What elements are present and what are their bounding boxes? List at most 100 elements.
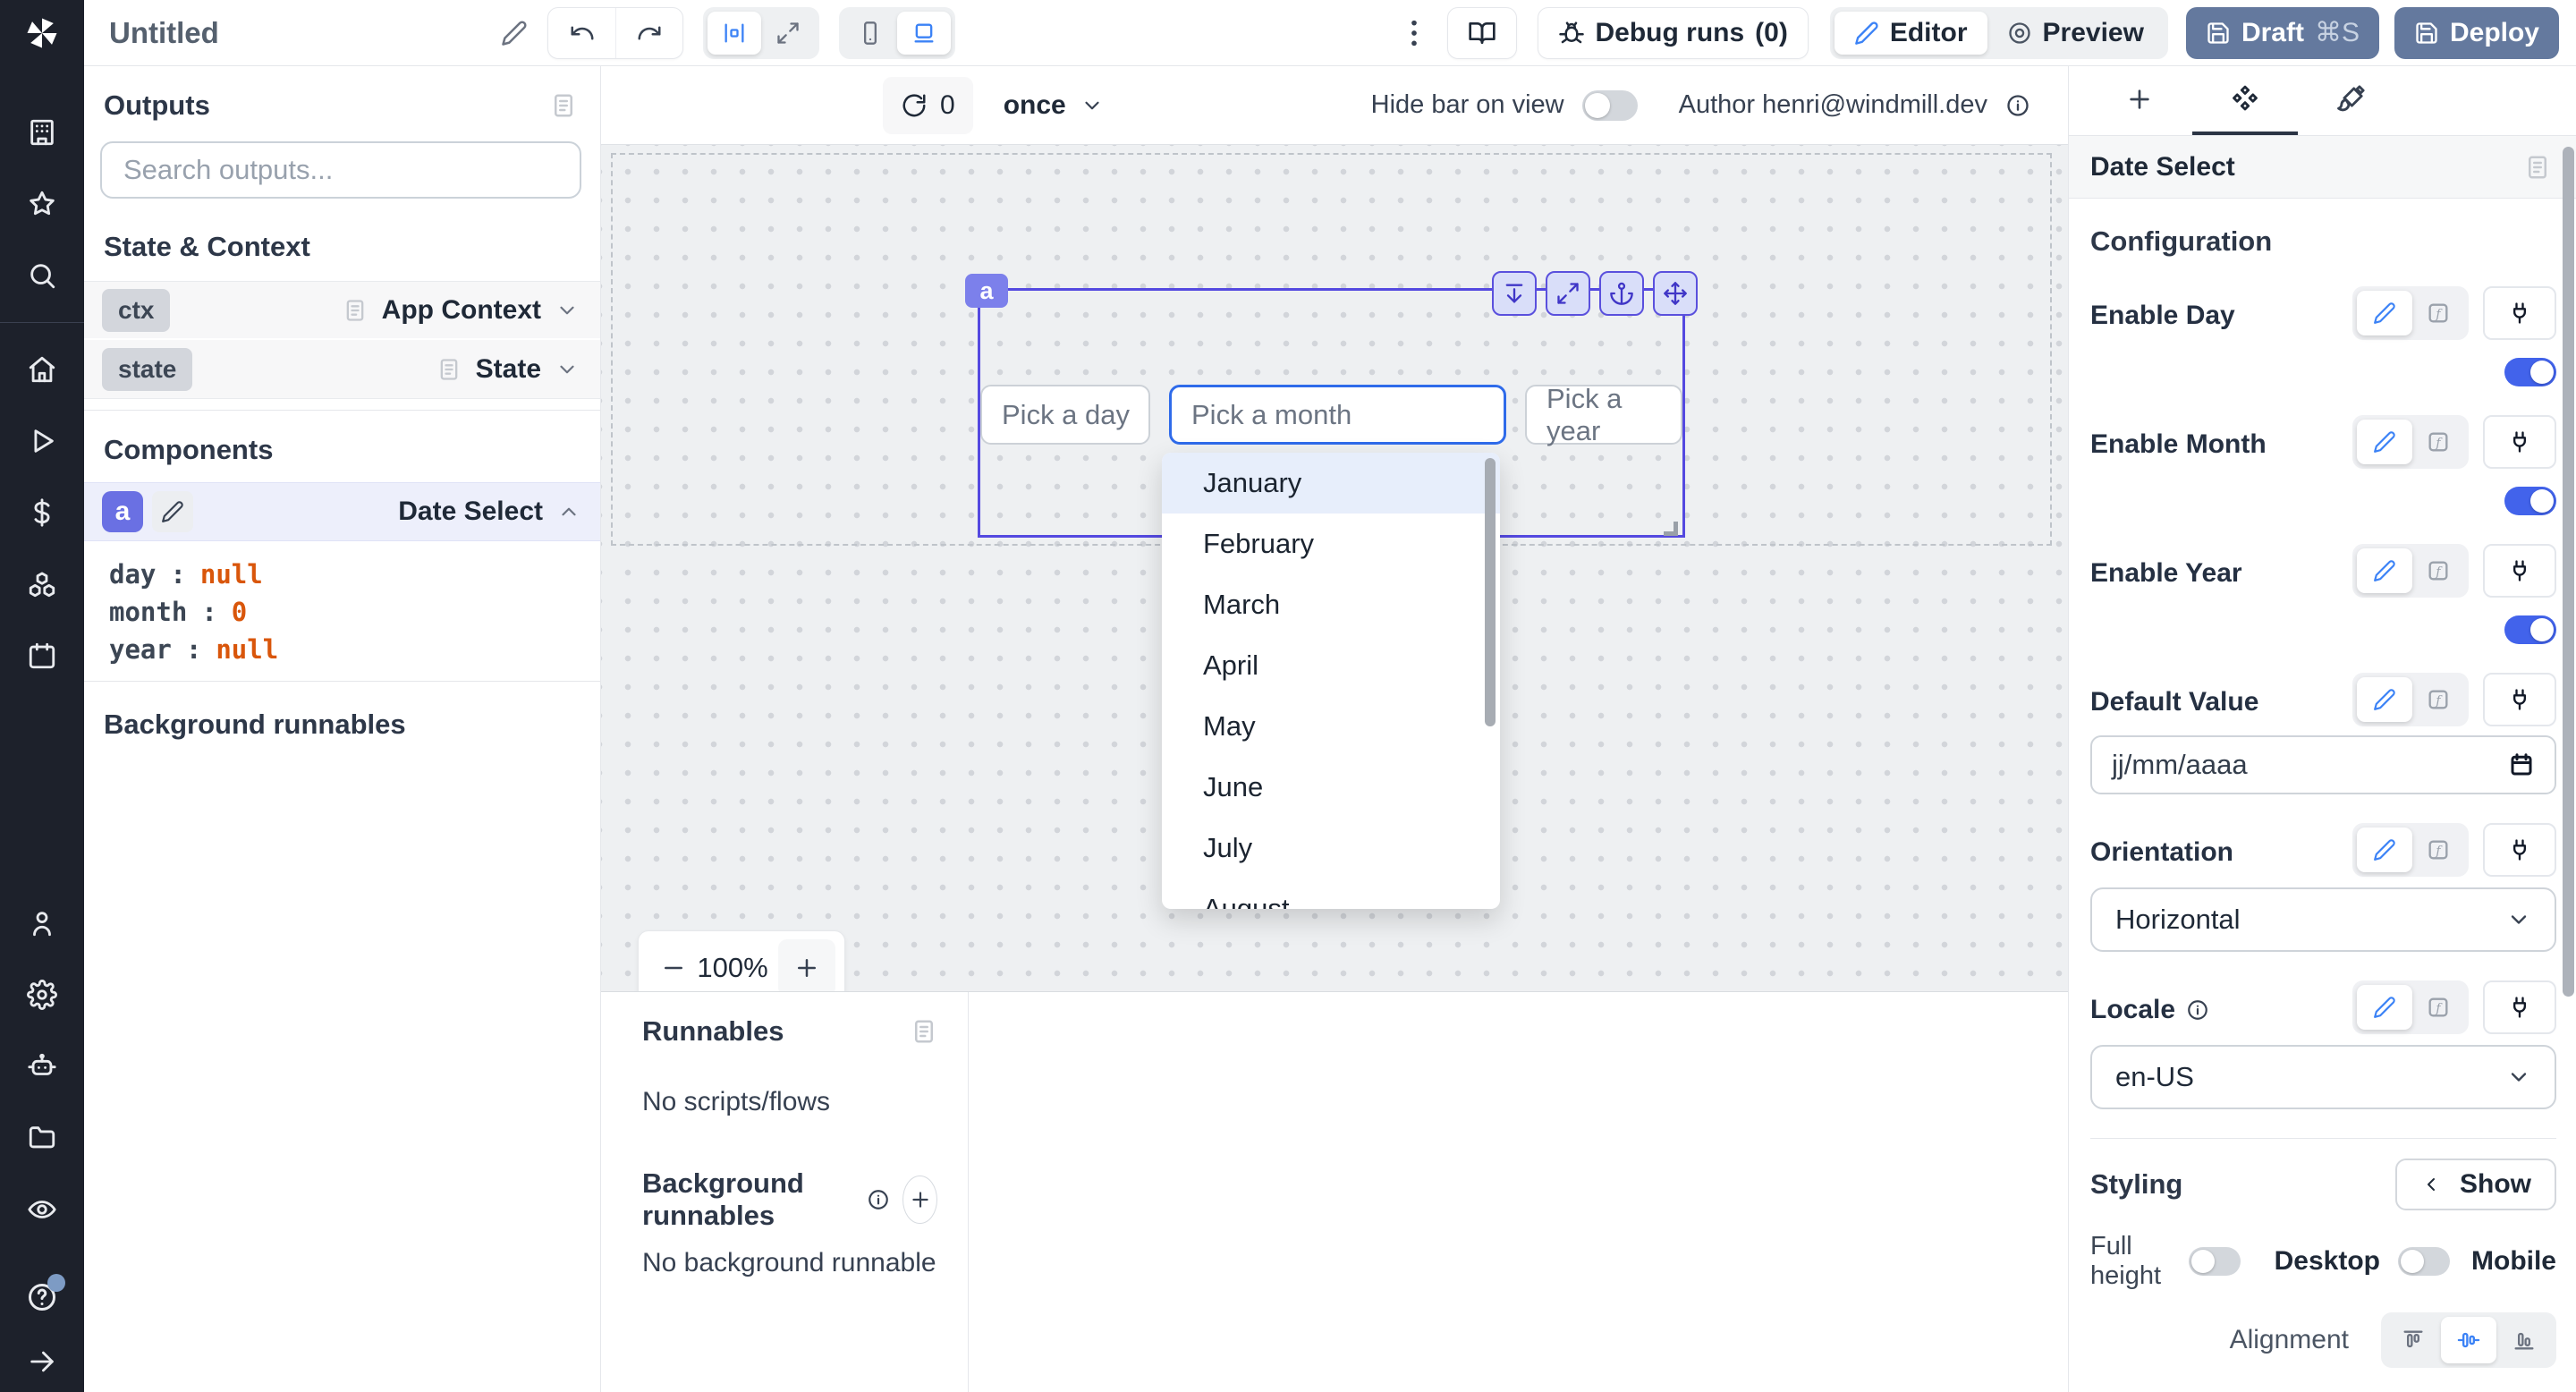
- sidebar-item-users[interactable]: [26, 907, 58, 939]
- preview-tab[interactable]: Preview: [1987, 12, 2164, 55]
- default-value-date-input[interactable]: jj/mm/aaaa: [2090, 735, 2556, 794]
- connect-plug-button[interactable]: [2483, 415, 2556, 469]
- expand-full-button[interactable]: [1546, 271, 1590, 316]
- static-mode-button[interactable]: [2357, 548, 2412, 593]
- move-component-button[interactable]: [1653, 271, 1698, 316]
- expand-down-button[interactable]: [1492, 271, 1537, 316]
- sidebar-item-folders[interactable]: [26, 1122, 58, 1154]
- editor-tab[interactable]: Editor: [1835, 12, 1987, 55]
- sidebar-item-ai[interactable]: [26, 1050, 58, 1082]
- align-top-button[interactable]: [2385, 1317, 2441, 1363]
- doc-icon[interactable]: [550, 92, 577, 119]
- sidebar-item-resources[interactable]: [26, 568, 58, 600]
- hide-bar-toggle[interactable]: [1582, 90, 1638, 121]
- enable-year-toggle[interactable]: [2504, 615, 2556, 644]
- sidebar-item-favorites[interactable]: [26, 188, 58, 220]
- zoom-out-button[interactable]: [660, 955, 687, 981]
- chevron-down-icon[interactable]: [555, 299, 579, 322]
- static-mode-button[interactable]: [2357, 828, 2412, 872]
- connect-plug-button[interactable]: [2483, 286, 2556, 340]
- pick-month-input[interactable]: Pick a month: [1169, 385, 1506, 445]
- deploy-button[interactable]: Deploy: [2394, 7, 2559, 59]
- sidebar-item-search[interactable]: [26, 259, 58, 292]
- fullscreen-canvas-button[interactable]: [761, 12, 815, 55]
- sidebar-item-help[interactable]: [26, 1281, 58, 1313]
- sidebar-expand-button[interactable]: [26, 1345, 58, 1378]
- fx-mode-button[interactable]: f: [2412, 548, 2464, 593]
- fx-mode-button[interactable]: f: [2412, 828, 2464, 872]
- show-styling-button[interactable]: Show: [2395, 1159, 2556, 1210]
- month-option[interactable]: January: [1162, 453, 1500, 514]
- center-canvas-button[interactable]: [708, 12, 761, 55]
- sidebar-item-variables[interactable]: [26, 497, 58, 529]
- info-icon[interactable]: [867, 1188, 890, 1211]
- doc-icon[interactable]: [2524, 154, 2551, 181]
- chevron-down-icon[interactable]: [555, 358, 579, 381]
- pick-year-input[interactable]: Pick a year: [1525, 385, 1682, 445]
- draft-button[interactable]: Draft ⌘S: [2186, 7, 2379, 59]
- enable-day-toggle[interactable]: [2504, 358, 2556, 386]
- refresh-count-button[interactable]: 0: [883, 77, 973, 134]
- refresh-mode-dropdown[interactable]: once: [1004, 90, 1104, 121]
- sidebar-item-runs[interactable]: [26, 425, 58, 457]
- add-background-runnable-button[interactable]: [902, 1176, 937, 1224]
- dropdown-scrollbar[interactable]: [1485, 458, 1496, 726]
- resize-handle[interactable]: [1664, 522, 1678, 536]
- app-canvas[interactable]: a Pick a day Pick a month Pick a year Ja…: [601, 145, 2068, 991]
- month-option[interactable]: July: [1162, 818, 1500, 878]
- month-option[interactable]: March: [1162, 574, 1500, 635]
- redo-button[interactable]: [615, 8, 682, 58]
- sidebar-item-workspace[interactable]: [26, 116, 58, 149]
- chevron-up-icon[interactable]: [557, 500, 580, 523]
- debug-runs-button[interactable]: Debug runs (0): [1538, 7, 1809, 59]
- static-mode-button[interactable]: [2357, 985, 2412, 1030]
- docs-button[interactable]: [1447, 7, 1517, 59]
- zoom-in-button[interactable]: [778, 939, 835, 992]
- static-mode-button[interactable]: [2357, 677, 2412, 722]
- static-mode-button[interactable]: [2357, 420, 2412, 464]
- align-bottom-button[interactable]: [2496, 1317, 2552, 1363]
- ctx-output-row[interactable]: ctx App Context: [84, 281, 600, 340]
- tab-styling[interactable]: [2298, 66, 2403, 135]
- locale-select[interactable]: en-US: [2090, 1045, 2556, 1109]
- more-menu-button[interactable]: [1410, 18, 1419, 48]
- connect-plug-button[interactable]: [2483, 980, 2556, 1034]
- desktop-view-button[interactable]: [897, 12, 951, 55]
- fx-mode-button[interactable]: f: [2412, 291, 2464, 335]
- sidebar-item-schedules[interactable]: [26, 640, 58, 672]
- output-kv-row[interactable]: month:0: [109, 593, 600, 631]
- month-option[interactable]: April: [1162, 635, 1500, 696]
- mobile-view-button[interactable]: [843, 12, 897, 55]
- month-option[interactable]: May: [1162, 696, 1500, 757]
- windmill-logo[interactable]: [0, 0, 84, 66]
- component-list-item[interactable]: a Date Select: [84, 482, 600, 541]
- connect-plug-button[interactable]: [2483, 823, 2556, 877]
- fx-mode-button[interactable]: f: [2412, 985, 2464, 1030]
- doc-icon[interactable]: [911, 1018, 937, 1045]
- sidebar-item-home[interactable]: [26, 353, 58, 386]
- full-height-toggle[interactable]: [2189, 1247, 2241, 1276]
- pick-day-input[interactable]: Pick a day: [980, 385, 1150, 445]
- month-option[interactable]: August: [1162, 878, 1500, 909]
- desktop-style-toggle[interactable]: [2398, 1247, 2450, 1276]
- align-center-button[interactable]: [2441, 1317, 2496, 1363]
- month-option[interactable]: June: [1162, 757, 1500, 818]
- tab-component-settings[interactable]: [2192, 66, 2298, 135]
- sidebar-item-settings[interactable]: [26, 979, 58, 1011]
- rename-app-icon[interactable]: [501, 20, 528, 47]
- fx-mode-button[interactable]: f: [2412, 677, 2464, 722]
- static-mode-button[interactable]: [2357, 291, 2412, 335]
- info-icon[interactable]: [2005, 93, 2030, 118]
- output-kv-row[interactable]: day:null: [109, 556, 600, 593]
- connect-plug-button[interactable]: [2483, 544, 2556, 598]
- panel-scrollbar[interactable]: [2563, 147, 2574, 997]
- connect-plug-button[interactable]: [2483, 673, 2556, 726]
- fx-mode-button[interactable]: f: [2412, 420, 2464, 464]
- enable-month-toggle[interactable]: [2504, 487, 2556, 515]
- undo-button[interactable]: [548, 8, 615, 58]
- tab-insert-component[interactable]: [2087, 66, 2192, 135]
- search-outputs-input[interactable]: [100, 141, 581, 199]
- anchor-component-button[interactable]: [1599, 271, 1644, 316]
- orientation-select[interactable]: Horizontal: [2090, 887, 2556, 952]
- output-kv-row[interactable]: year:null: [109, 631, 600, 668]
